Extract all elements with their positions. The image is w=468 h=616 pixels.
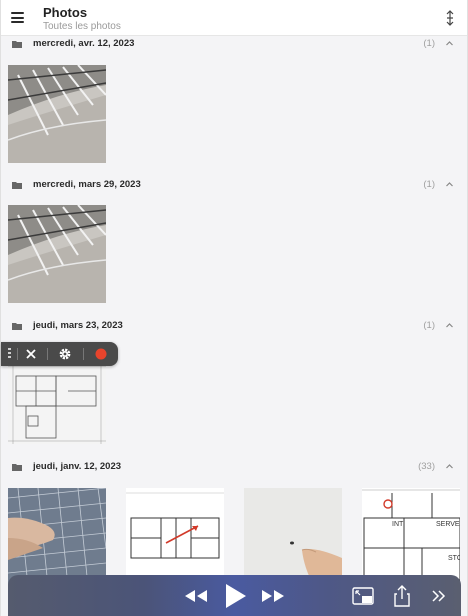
double-chevron-icon[interactable] [431,589,447,603]
date-section: jeudi, janv. 12, 2023 (33) INT SERVE STO [1,459,467,589]
chevron-up-icon[interactable] [445,462,454,471]
media-player-bar [8,575,461,616]
folder-icon [12,41,22,48]
section-count: (1) [423,320,435,331]
svg-text:SERVER: SERVER [436,521,460,528]
section-title: mercredi, mars 29, 2023 [33,179,141,190]
screen-recorder-toolbar [1,342,118,366]
page-subtitle: Toutes les photos [43,21,121,32]
play-icon[interactable] [222,582,248,610]
photos-app: Photos Toutes les photos mercredi, avr. … [0,0,468,616]
sort-icon[interactable] [445,10,455,26]
svg-text:STO: STO [448,555,460,562]
section-count: (1) [423,38,435,49]
drag-handle-icon[interactable] [8,348,11,360]
section-header[interactable]: jeudi, janv. 12, 2023 (33) [1,459,467,477]
svg-text:INT: INT [392,521,404,528]
app-header: Photos Toutes les photos [1,0,467,36]
menu-icon[interactable] [11,12,24,23]
photo-thumbnail[interactable]: INT SERVER STO [362,488,460,586]
photo-thumbnail[interactable] [244,488,342,586]
section-count: (33) [418,461,435,472]
folder-icon [12,464,22,471]
page-title: Photos [43,5,88,20]
share-icon[interactable] [394,585,410,607]
chevron-up-icon[interactable] [445,180,454,189]
section-title: mercredi, avr. 12, 2023 [33,38,135,49]
section-title: jeudi, janv. 12, 2023 [33,461,122,472]
section-header[interactable]: jeudi, mars 23, 2023 (1) [1,318,467,336]
chevron-up-icon[interactable] [445,39,454,48]
photo-thumbnail[interactable] [8,488,106,586]
folder-icon [12,182,22,189]
section-count: (1) [423,179,435,190]
section-header[interactable]: mercredi, mars 29, 2023 (1) [1,177,467,195]
folder-icon [12,323,22,330]
date-section: mercredi, avr. 12, 2023 (1) [1,36,467,166]
section-header[interactable]: mercredi, avr. 12, 2023 (1) [1,36,467,54]
photo-thumbnail[interactable] [126,488,224,586]
gear-icon[interactable] [57,346,73,362]
rewind-icon[interactable] [183,588,209,604]
date-section: mercredi, mars 29, 2023 (1) [1,177,467,307]
record-icon[interactable] [93,346,109,362]
date-section: jeudi, mars 23, 2023 (1) [1,318,467,448]
close-icon[interactable] [23,346,39,362]
section-title: jeudi, mars 23, 2023 [33,320,123,331]
chevron-up-icon[interactable] [445,321,454,330]
fast-forward-icon[interactable] [260,588,286,604]
photo-thumbnail[interactable] [8,205,106,303]
photo-thumbnail[interactable] [8,65,106,163]
picture-in-picture-icon[interactable] [352,587,374,605]
